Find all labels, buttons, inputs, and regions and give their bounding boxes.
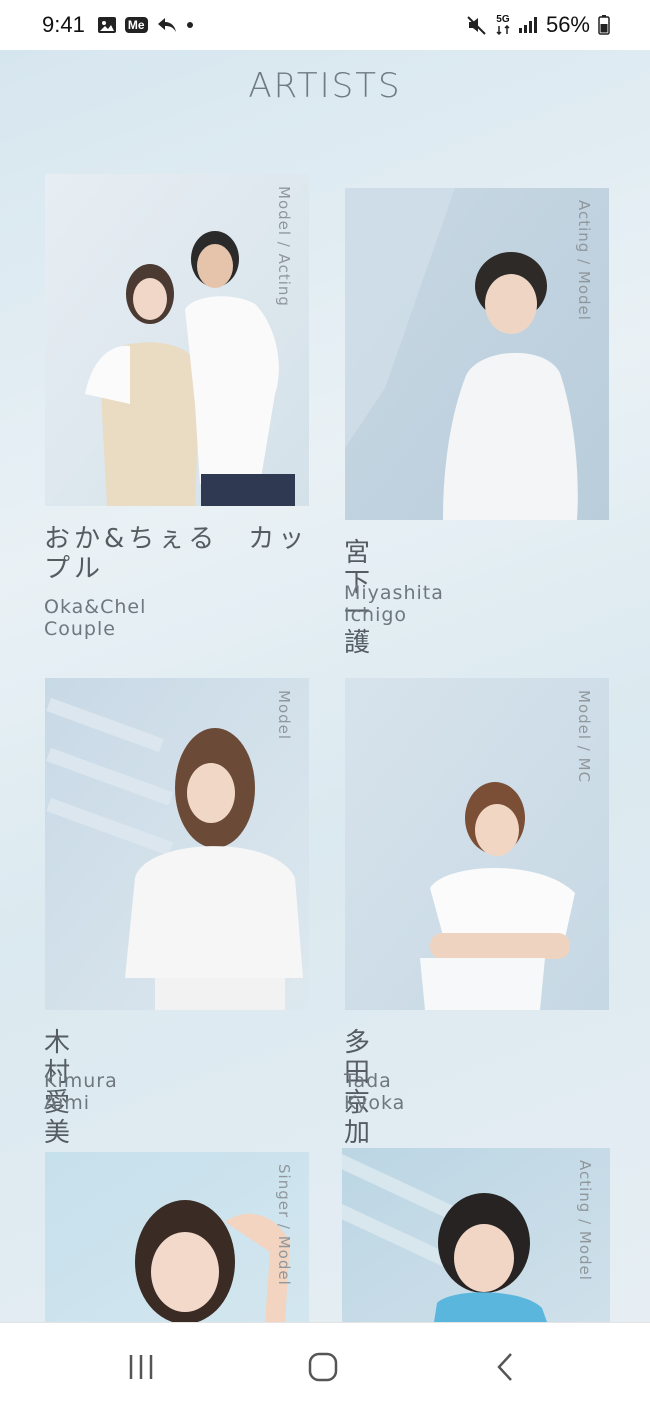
artist-photo[interactable]: Singer / Model: [45, 1152, 309, 1322]
mute-icon: [466, 14, 488, 36]
network-5g-icon: 5G: [496, 15, 510, 35]
status-left-icons: Me: [97, 15, 194, 35]
artist-name-en[interactable]: Oka&Chel Couple: [44, 596, 146, 640]
battery-percent: 56%: [545, 12, 590, 37]
artist-photo[interactable]: Acting / Model: [342, 1148, 610, 1322]
home-icon[interactable]: [303, 1347, 343, 1387]
artist-photo[interactable]: Model / MC: [345, 678, 609, 1010]
artist-name-en[interactable]: Tada Kyoka: [344, 1070, 405, 1114]
recent-apps-icon[interactable]: [121, 1347, 161, 1387]
artist-name-en[interactable]: Miyashita Ichigo: [344, 582, 444, 626]
artists-page: ARTISTS Model / Acting おか&ちぇる カップル Oka&C…: [0, 50, 650, 1322]
artist-role: Model: [275, 690, 293, 741]
artist-role: Model / MC: [575, 690, 593, 784]
artist-role: Acting / Model: [576, 1160, 594, 1281]
gallery-icon: [97, 15, 117, 35]
battery-icon: [598, 15, 610, 35]
status-bar: 9:41 Me 5G 56%: [0, 0, 650, 50]
artist-role: Singer / Model: [275, 1164, 293, 1286]
notification-dot-icon: [186, 21, 194, 29]
artist-photo[interactable]: Acting / Model: [345, 188, 609, 520]
artist-role: Model / Acting: [275, 186, 293, 307]
artist-name-jp[interactable]: おか&ちぇる カップル: [44, 524, 314, 584]
artist-role: Acting / Model: [575, 200, 593, 321]
status-right-icons: 5G 56%: [466, 12, 610, 38]
artist-photo[interactable]: Model / Acting: [45, 174, 309, 506]
me-app-icon: Me: [124, 17, 148, 33]
artist-name-en[interactable]: Kimura Aimi: [44, 1070, 118, 1114]
artist-photo[interactable]: Model: [45, 678, 309, 1010]
status-time: 9:41: [42, 12, 85, 37]
reply-icon: [156, 16, 178, 34]
signal-icon: [518, 16, 538, 34]
back-icon[interactable]: [486, 1347, 526, 1387]
page-title: ARTISTS: [248, 66, 402, 106]
navigation-bar: [0, 1322, 650, 1408]
